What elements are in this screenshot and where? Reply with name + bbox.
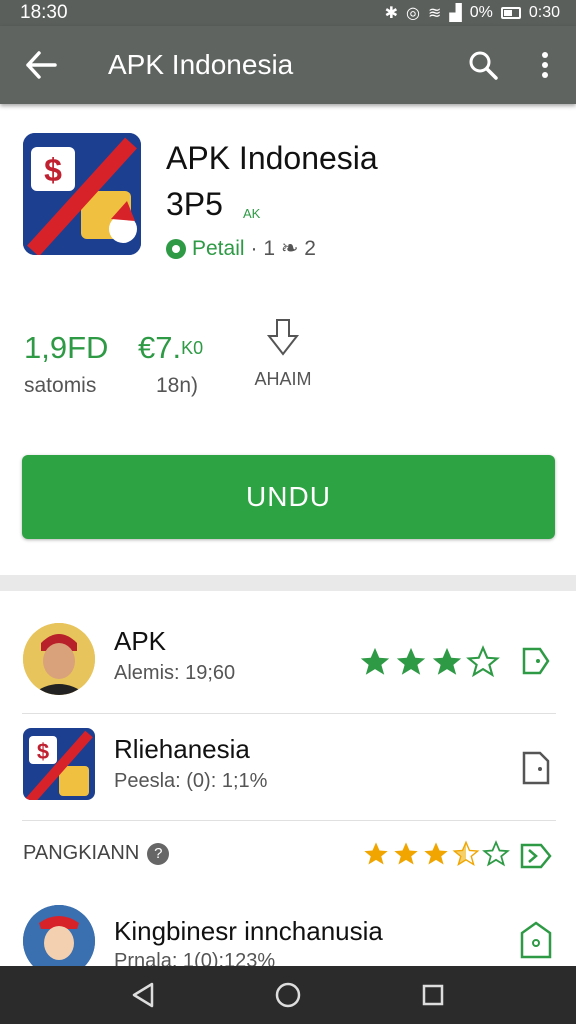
person-avatar-icon	[23, 623, 95, 695]
install-stat: AHAIM	[250, 318, 316, 390]
star-half-icon	[452, 840, 480, 867]
alarm-icon: ◎	[406, 5, 421, 22]
list-item-title[interactable]: Kingbinesr innchanusia	[114, 916, 383, 947]
row-divider	[22, 713, 556, 714]
shield-icon	[520, 921, 552, 959]
avatar[interactable]	[23, 623, 95, 695]
star-filled-icon	[424, 842, 448, 865]
stat-size: €7.K0 18n)	[138, 330, 203, 398]
star-empty-icon	[466, 645, 500, 678]
status-icons: ✱ ◎ ≋ ▟ 0% 0:30	[385, 3, 560, 23]
door-open-icon	[522, 751, 550, 785]
status-clock-right: 0:30	[528, 4, 560, 21]
triangle-back-icon	[132, 982, 153, 1008]
system-nav-bar	[0, 966, 576, 1024]
search-icon	[469, 51, 498, 80]
nav-recents-button[interactable]	[403, 966, 463, 1024]
more-vertical-icon	[542, 52, 548, 78]
square-recents-icon	[423, 984, 444, 1006]
rating-stars	[362, 840, 510, 868]
stat-downloads: 1,9FD satomis	[24, 330, 108, 398]
svg-text:$: $	[44, 152, 62, 188]
back-button[interactable]	[0, 26, 82, 104]
signal-icon: ▟	[449, 5, 462, 22]
app-bar: APK Indonesia	[0, 26, 576, 104]
stat-downloads-value: 1,9FD	[24, 330, 109, 365]
list-item-title[interactable]: APK	[114, 626, 166, 657]
download-arrow-icon	[266, 319, 300, 356]
nav-back-button[interactable]	[113, 966, 173, 1024]
app-badge: AK	[243, 206, 261, 221]
list-item-title[interactable]: Rliehanesia	[114, 734, 250, 765]
svg-text:$: $	[37, 739, 49, 764]
nav-home-button[interactable]	[258, 966, 318, 1024]
list-item-subtitle: Alemis: 19;60	[114, 662, 236, 684]
star-filled-icon	[364, 842, 388, 865]
developer-badge-icon	[166, 238, 186, 259]
row-divider	[22, 820, 556, 821]
wifi-icon: ≋	[428, 5, 442, 22]
star-filled-icon	[396, 647, 426, 675]
download-button[interactable]: UNDU	[22, 455, 555, 539]
forward-tag-icon	[520, 843, 552, 869]
developer-row[interactable]: Petail · 1 ❧ 2	[166, 236, 316, 261]
app-bar-title: APK Indonesia	[108, 49, 294, 80]
star-filled-icon	[432, 647, 462, 675]
app-name-line2: 3P5	[166, 186, 223, 222]
star-filled-icon	[360, 647, 390, 675]
stat-size-label: 18n)	[156, 374, 199, 397]
open-app-button[interactable]	[518, 838, 554, 874]
app-logo-icon: $	[23, 728, 95, 800]
open-app-button[interactable]	[518, 750, 554, 786]
tag-icon	[522, 647, 550, 675]
section-divider	[0, 575, 576, 591]
battery-icon	[500, 7, 521, 19]
app-logo-icon: $	[23, 133, 141, 255]
list-item-app-icon[interactable]: $	[23, 728, 95, 800]
section-label-text: PANGKIANN	[23, 842, 140, 864]
open-app-button[interactable]	[518, 643, 554, 679]
arrow-left-icon	[26, 51, 57, 79]
rating-stars	[358, 645, 500, 679]
circle-home-icon	[275, 982, 301, 1008]
star-filled-icon	[394, 842, 418, 865]
overflow-menu-button[interactable]	[514, 26, 576, 104]
help-icon[interactable]: ?	[147, 842, 170, 865]
app-icon: $	[23, 133, 141, 255]
app-name-line1: APK Indonesia	[166, 140, 378, 176]
search-button[interactable]	[452, 26, 514, 104]
open-app-button[interactable]	[518, 921, 554, 959]
stat-size-value: €7.	[138, 330, 182, 365]
stat-size-suffix: K0	[181, 338, 204, 358]
status-bar: 18:30 ✱ ◎ ≋ ▟ 0% 0:30	[0, 0, 576, 26]
list-item-subtitle: Peesla: (0): 1;1%	[114, 770, 268, 792]
developer-extra: · 1 ❧ 2	[250, 237, 316, 260]
section-label: PANGKIANN ?	[23, 842, 170, 865]
developer-name: Petail	[192, 236, 245, 260]
install-label: AHAIM	[254, 369, 312, 389]
stat-downloads-label: satomis	[24, 374, 97, 397]
bluetooth-icon: ✱	[384, 5, 399, 22]
battery-percent: 0%	[469, 4, 493, 21]
star-empty-icon	[482, 840, 510, 867]
status-time: 18:30	[20, 2, 68, 23]
